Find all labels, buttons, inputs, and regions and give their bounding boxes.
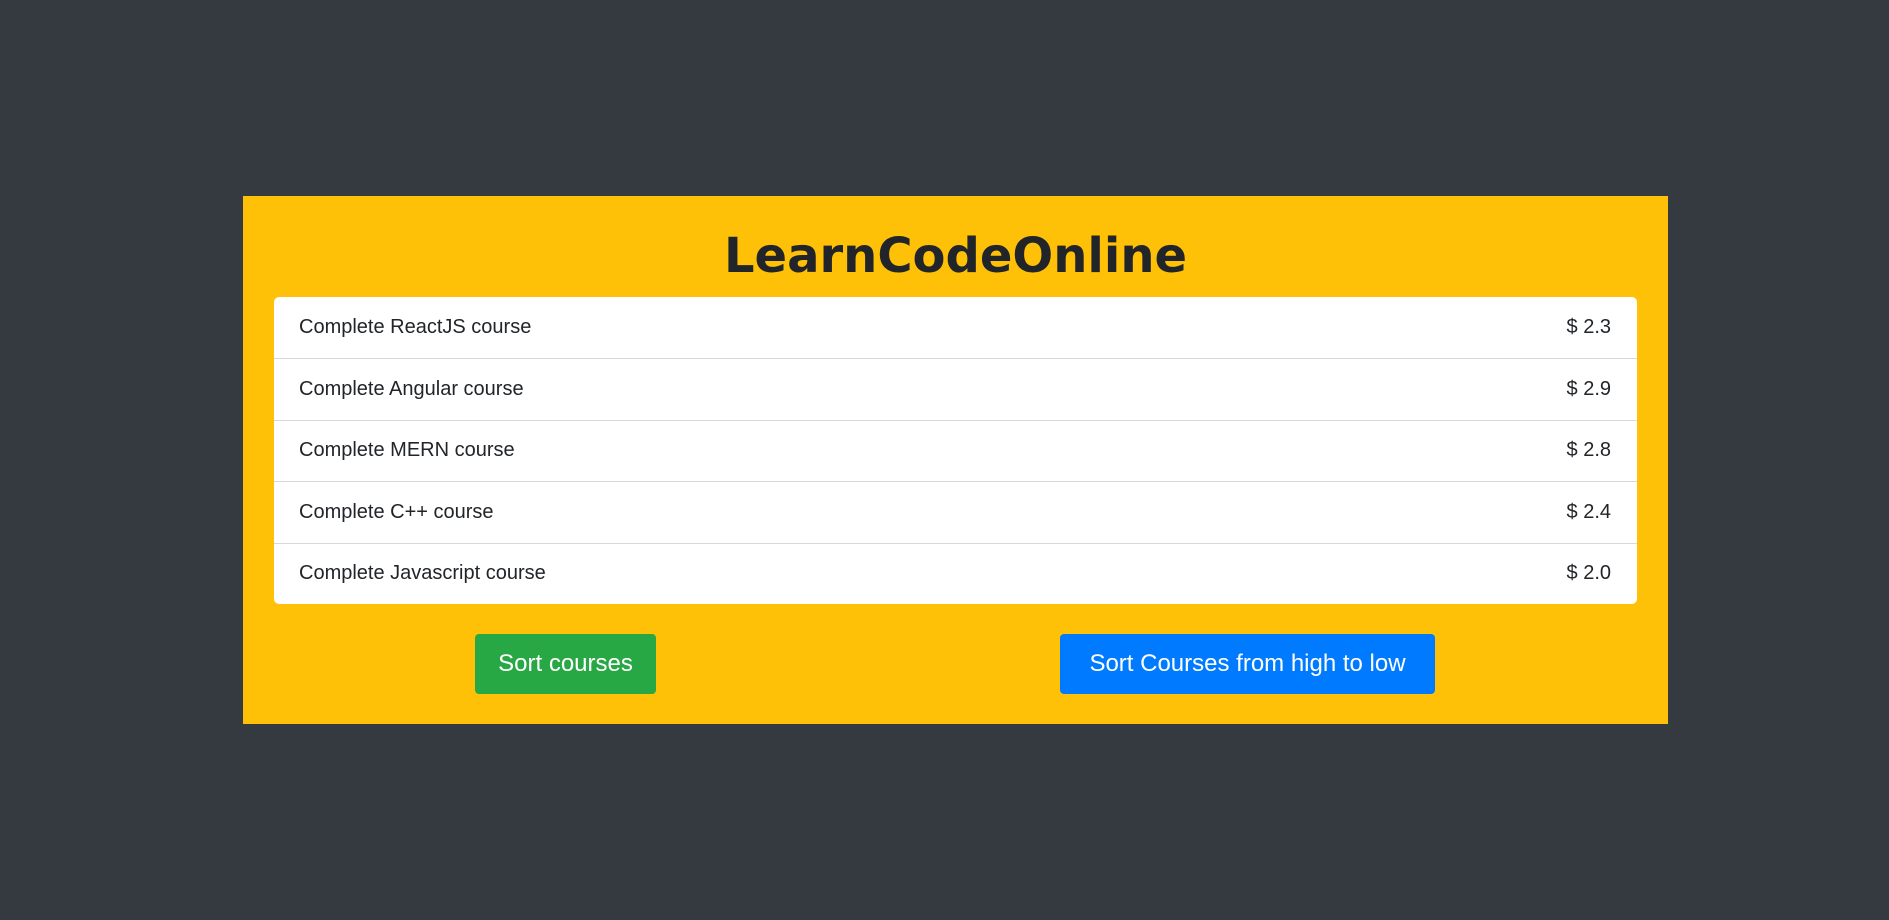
- course-panel: LearnCodeOnline Complete ReactJS course …: [243, 196, 1668, 724]
- course-price: $ 2.9: [1566, 378, 1611, 401]
- list-item: Complete Javascript course $ 2.0: [274, 542, 1637, 604]
- course-list: Complete ReactJS course $ 2.3 Complete A…: [274, 297, 1637, 604]
- course-price: $ 2.8: [1566, 439, 1611, 462]
- sort-courses-button[interactable]: Sort courses: [475, 634, 656, 694]
- course-price: $ 2.0: [1566, 562, 1611, 585]
- list-item: Complete MERN course $ 2.8: [274, 419, 1637, 481]
- list-item: Complete ReactJS course $ 2.3: [274, 297, 1637, 358]
- course-name: Complete Angular course: [299, 378, 524, 401]
- page-title: LearnCodeOnline: [723, 228, 1188, 284]
- course-price: $ 2.4: [1566, 500, 1611, 523]
- course-name: Complete MERN course: [299, 439, 515, 462]
- course-name: Complete C++ course: [299, 500, 494, 523]
- list-item: Complete Angular course $ 2.9: [274, 358, 1637, 419]
- course-name: Complete Javascript course: [299, 562, 546, 585]
- course-name: Complete ReactJS course: [299, 316, 532, 339]
- sort-high-to-low-button[interactable]: Sort Courses from high to low: [1060, 634, 1435, 694]
- course-price: $ 2.3: [1566, 316, 1611, 339]
- list-item: Complete C++ course $ 2.4: [274, 481, 1637, 542]
